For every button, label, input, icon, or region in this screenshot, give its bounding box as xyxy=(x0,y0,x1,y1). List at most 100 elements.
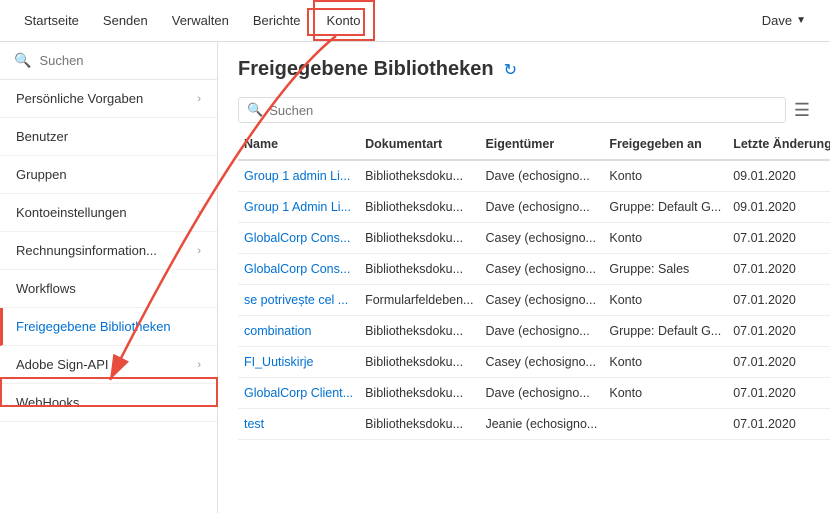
cell-type: Bibliotheksdoku... xyxy=(359,347,479,378)
sidebar-item-persoenliche[interactable]: Persönliche Vorgaben › xyxy=(0,80,217,118)
cell-type: Bibliotheksdoku... xyxy=(359,316,479,347)
cell-owner: Casey (echosigno... xyxy=(479,285,603,316)
sidebar-item-label: Benutzer xyxy=(16,129,68,144)
refresh-icon[interactable]: ↻ xyxy=(504,60,517,80)
cell-last-changed: 07.01.2020 xyxy=(727,347,830,378)
menu-icon[interactable]: ☰ xyxy=(794,100,810,121)
chevron-down-icon: › xyxy=(197,207,201,219)
cell-type: Bibliotheksdoku... xyxy=(359,409,479,440)
cell-shared: Gruppe: Default G... xyxy=(603,316,727,347)
content-header: Freigegebene Bibliotheken ↻ xyxy=(218,42,830,91)
sidebar-item-label: Persönliche Vorgaben xyxy=(16,91,143,106)
cell-shared: Konto xyxy=(603,347,727,378)
cell-name[interactable]: Group 1 admin Li... xyxy=(238,160,359,192)
cell-owner: Casey (echosigno... xyxy=(479,254,603,285)
table-row: GlobalCorp Cons... Bibliotheksdoku... Ca… xyxy=(238,223,830,254)
table-row: FI_Uutiskirje Bibliotheksdoku... Casey (… xyxy=(238,347,830,378)
nav-verwalten[interactable]: Verwalten xyxy=(160,0,241,41)
nav-berichte[interactable]: Berichte xyxy=(241,0,313,41)
cell-last-changed: 09.01.2020 xyxy=(727,192,830,223)
cell-name[interactable]: combination xyxy=(238,316,359,347)
cell-owner: Jeanie (echosigno... xyxy=(479,409,603,440)
user-name: Dave xyxy=(762,13,792,28)
sidebar-item-workflows[interactable]: Workflows xyxy=(0,270,217,308)
main-content: Freigegebene Bibliotheken ↻ 🔍 ☰ Name Dok… xyxy=(218,42,830,513)
sidebar-item-benutzer[interactable]: Benutzer xyxy=(0,118,217,156)
col-type: Dokumentart xyxy=(359,129,479,160)
cell-type: Bibliotheksdoku... xyxy=(359,378,479,409)
cell-name[interactable]: test xyxy=(238,409,359,440)
sidebar-item-rechnungsinformation[interactable]: Rechnungsinformation... › xyxy=(0,232,217,270)
cell-owner: Casey (echosigno... xyxy=(479,223,603,254)
cell-owner: Dave (echosigno... xyxy=(479,160,603,192)
search-icon: 🔍 xyxy=(247,102,263,118)
cell-name[interactable]: Group 1 Admin Li... xyxy=(238,192,359,223)
table-row: se potrivește cel ... Formularfeldeben..… xyxy=(238,285,830,316)
cell-type: Bibliotheksdoku... xyxy=(359,192,479,223)
user-menu[interactable]: Dave ▼ xyxy=(750,13,818,28)
page-title: Freigegebene Bibliotheken xyxy=(238,58,494,81)
sidebar-item-label: Freigegebene Bibliotheken xyxy=(16,319,171,334)
search-icon: 🔍 xyxy=(14,52,31,69)
col-last-changed[interactable]: Letzte Änderung ▼ xyxy=(727,129,830,160)
nav-startseite[interactable]: Startseite xyxy=(12,0,91,41)
sidebar-item-kontoeinstellungen[interactable]: Kontoeinstellungen › xyxy=(0,194,217,232)
library-table-container: Name Dokumentart Eigentümer Freigegeben … xyxy=(218,129,830,513)
cell-last-changed: 09.01.2020 xyxy=(727,160,830,192)
top-navigation: Startseite Senden Verwalten Berichte Kon… xyxy=(0,0,830,42)
cell-name[interactable]: GlobalCorp Client... xyxy=(238,378,359,409)
sidebar-item-gruppen[interactable]: Gruppen xyxy=(0,156,217,194)
sidebar-item-label: Adobe Sign-API xyxy=(16,357,109,372)
cell-last-changed: 07.01.2020 xyxy=(727,285,830,316)
sidebar-item-webhooks[interactable]: WebHooks xyxy=(0,384,217,422)
library-table: Name Dokumentart Eigentümer Freigegeben … xyxy=(238,129,830,440)
cell-shared xyxy=(603,409,727,440)
cell-type: Bibliotheksdoku... xyxy=(359,223,479,254)
table-row: test Bibliotheksdoku... Jeanie (echosign… xyxy=(238,409,830,440)
sidebar-search-container[interactable]: 🔍 xyxy=(0,42,217,80)
sidebar-item-adobe-sign-api[interactable]: Adobe Sign-API › xyxy=(0,346,217,384)
cell-last-changed: 07.01.2020 xyxy=(727,223,830,254)
col-shared: Freigegeben an xyxy=(603,129,727,160)
chevron-down-icon: › xyxy=(197,359,201,371)
cell-owner: Casey (echosigno... xyxy=(479,347,603,378)
cell-name[interactable]: GlobalCorp Cons... xyxy=(238,223,359,254)
table-row: Group 1 admin Li... Bibliotheksdoku... D… xyxy=(238,160,830,192)
chevron-down-icon: › xyxy=(197,245,201,257)
cell-owner: Dave (echosigno... xyxy=(479,192,603,223)
cell-last-changed: 07.01.2020 xyxy=(727,409,830,440)
cell-shared: Gruppe: Sales xyxy=(603,254,727,285)
sidebar-item-label: Workflows xyxy=(16,281,76,296)
cell-last-changed: 07.01.2020 xyxy=(727,378,830,409)
nav-senden[interactable]: Senden xyxy=(91,0,160,41)
sidebar: 🔍 Persönliche Vorgaben › Benutzer Gruppe… xyxy=(0,42,218,513)
cell-name[interactable]: GlobalCorp Cons... xyxy=(238,254,359,285)
sidebar-item-label: Kontoeinstellungen xyxy=(16,205,127,220)
content-toolbar: 🔍 ☰ xyxy=(218,91,830,129)
cell-name[interactable]: FI_Uutiskirje xyxy=(238,347,359,378)
cell-name[interactable]: se potrivește cel ... xyxy=(238,285,359,316)
col-owner: Eigentümer xyxy=(479,129,603,160)
main-layout: 🔍 Persönliche Vorgaben › Benutzer Gruppe… xyxy=(0,42,830,513)
cell-owner: Dave (echosigno... xyxy=(479,378,603,409)
table-row: GlobalCorp Client... Bibliotheksdoku... … xyxy=(238,378,830,409)
sidebar-search-input[interactable] xyxy=(39,53,203,68)
cell-shared: Konto xyxy=(603,285,727,316)
toolbar-search-container[interactable]: 🔍 xyxy=(238,97,786,123)
table-row: GlobalCorp Cons... Bibliotheksdoku... Ca… xyxy=(238,254,830,285)
cell-type: Bibliotheksdoku... xyxy=(359,160,479,192)
nav-konto[interactable]: Konto xyxy=(313,0,375,41)
cell-owner: Dave (echosigno... xyxy=(479,316,603,347)
table-row: combination Bibliotheksdoku... Dave (ech… xyxy=(238,316,830,347)
cell-shared: Gruppe: Default G... xyxy=(603,192,727,223)
cell-last-changed: 07.01.2020 xyxy=(727,316,830,347)
sidebar-item-label: WebHooks xyxy=(16,395,79,410)
toolbar-search-input[interactable] xyxy=(269,103,777,118)
table-row: Group 1 Admin Li... Bibliotheksdoku... D… xyxy=(238,192,830,223)
sidebar-item-label: Gruppen xyxy=(16,167,67,182)
cell-shared: Konto xyxy=(603,378,727,409)
cell-last-changed: 07.01.2020 xyxy=(727,254,830,285)
cell-shared: Konto xyxy=(603,160,727,192)
sidebar-item-label: Rechnungsinformation... xyxy=(16,243,157,258)
sidebar-item-freigegebene-bibliotheken[interactable]: Freigegebene Bibliotheken xyxy=(0,308,217,346)
